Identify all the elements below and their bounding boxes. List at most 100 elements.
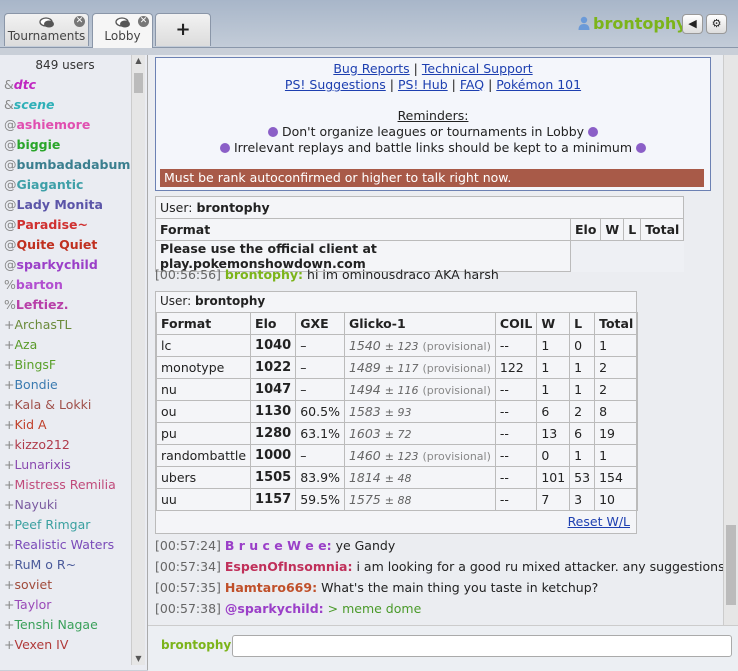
cell-l: 0 xyxy=(569,334,596,357)
user-rank: + xyxy=(4,417,15,432)
cell-coil: 122 xyxy=(494,356,538,379)
cell-glicko: 1575 ± 88 xyxy=(343,488,496,511)
user-list-item[interactable]: +ArchasTL xyxy=(0,315,126,335)
user-name: ashiemore xyxy=(16,117,91,132)
user-list-item[interactable]: @ashiemore xyxy=(0,115,126,135)
user-name[interactable]: brontophy xyxy=(195,294,265,308)
message-username[interactable]: brontophy: xyxy=(225,267,303,282)
cell-coil: -- xyxy=(494,422,538,445)
user-list-item[interactable]: +BingsF xyxy=(0,355,126,375)
table-row: nu 1047–1494 ± 116 (provisional) -- 1 1 2 xyxy=(155,378,639,401)
message-username[interactable]: Hamtaro669: xyxy=(225,580,317,595)
ladder-notice-table: User: brontophy Format Elo W L Total Ple… xyxy=(154,196,685,272)
link-bug-reports[interactable]: Bug Reports xyxy=(333,61,409,76)
username[interactable]: brontophy xyxy=(593,14,687,33)
reminder-2: Irrelevant replays and battle links shou… xyxy=(233,140,633,155)
user-list-item[interactable]: +Mistress Remilia xyxy=(0,475,126,495)
gear-icon[interactable]: ⚙ xyxy=(706,14,727,34)
user-rank: + xyxy=(4,637,15,652)
user-list-item[interactable]: @Lady Monita xyxy=(0,195,126,215)
cell-glicko: 1583 ± 93 xyxy=(343,400,496,423)
cell-w: 13 xyxy=(536,422,571,445)
user-list-item[interactable]: +Kid A xyxy=(0,415,126,435)
cell-w: 7 xyxy=(536,488,571,511)
user-list-scrollbar[interactable]: ▲ ▼ xyxy=(131,55,145,665)
cell-format: monotype xyxy=(155,356,252,379)
user-name: Leftiez. xyxy=(15,297,69,312)
scroll-down-icon[interactable]: ▼ xyxy=(132,653,145,665)
user-name: Paradise~ xyxy=(16,217,88,232)
user-name: RuM o R~ xyxy=(14,557,77,572)
cell-glicko: 1603 ± 72 xyxy=(343,422,496,445)
user-list-item[interactable]: +Lunarixis xyxy=(0,455,126,475)
user-list-item[interactable]: @biggie xyxy=(0,135,126,155)
user-list-item[interactable]: @sparkychild xyxy=(0,255,126,275)
link-ps-hub[interactable]: PS! Hub xyxy=(398,77,448,92)
tab-lobby[interactable]: Lobby ✕ xyxy=(92,13,153,48)
user-name: scene xyxy=(13,97,55,112)
message-text: hi im ominousdraco AKA harsh xyxy=(307,267,499,282)
user-list-item[interactable]: +soviet xyxy=(0,575,126,595)
user-list-item[interactable]: %barton xyxy=(0,275,126,295)
tab-tournaments[interactable]: Tournaments ✕ xyxy=(4,13,89,46)
timestamp: [00:57:34] xyxy=(155,559,221,574)
user-list-item[interactable]: @bumbadadabum xyxy=(0,155,130,175)
user-rank: + xyxy=(4,497,15,512)
cell-w: 6 xyxy=(536,400,571,423)
user-list-item[interactable]: +Kala & Lokki xyxy=(0,395,126,415)
cell-glicko: 1460 ± 123 (provisional) xyxy=(343,444,496,467)
cell-glicko: 1489 ± 117 (provisional) xyxy=(343,356,496,379)
user-name: ArchasTL xyxy=(14,317,72,332)
user-list-item[interactable]: +Bondie xyxy=(0,375,126,395)
message-username[interactable]: B r u c e W e e: xyxy=(225,538,332,553)
close-icon[interactable]: ✕ xyxy=(74,16,85,27)
emoticon-icon xyxy=(636,143,647,153)
sound-icon[interactable]: ◀ xyxy=(682,14,703,34)
user-list-item[interactable]: &dtc xyxy=(0,75,126,95)
user-list-item[interactable]: @Quite Quiet xyxy=(0,235,126,255)
user-list-item[interactable]: +Peef Rimgar xyxy=(0,515,126,535)
close-icon[interactable]: ✕ xyxy=(138,16,149,27)
user-list-item[interactable]: +Realistic Waters xyxy=(0,535,126,555)
link-ps-suggestions[interactable]: PS! Suggestions xyxy=(285,77,386,92)
user-name: Aza xyxy=(14,337,38,352)
user-label: User: xyxy=(160,294,192,308)
links-row: Bug Reports | Technical Support PS! Sugg… xyxy=(156,61,710,93)
user-list-item[interactable]: +Tenshi Nagae xyxy=(0,615,126,635)
chat-scrollbar[interactable] xyxy=(723,55,738,625)
user-list-item[interactable]: @Paradise~ xyxy=(0,215,126,235)
scrollbar-thumb[interactable] xyxy=(134,73,143,93)
reset-wl-link[interactable]: Reset W/L xyxy=(568,514,630,529)
user-list-item[interactable]: +Nayuki xyxy=(0,495,126,515)
user-list-item[interactable]: %Leftiez. xyxy=(0,295,126,315)
user-list-item[interactable]: &scene xyxy=(0,95,126,115)
user-list-item[interactable]: +Vexen IV xyxy=(0,635,126,655)
user-list-item[interactable]: +Taylor xyxy=(0,595,126,615)
top-header: Tournaments ✕ Lobby ✕ + brontophy ◀ ⚙ xyxy=(0,0,738,48)
link-faq[interactable]: FAQ xyxy=(460,77,484,92)
cell-format: ou xyxy=(155,400,252,423)
timestamp: [00:57:35] xyxy=(155,580,221,595)
user-rank: + xyxy=(4,397,15,412)
message-username[interactable]: EspenOfInsomnia: xyxy=(225,559,353,574)
user-list-item[interactable]: +RuM o R~ xyxy=(0,555,126,575)
user-rank: @ xyxy=(4,117,17,132)
cell-gxe: – xyxy=(295,444,345,467)
reminder-1: Don't organize leagues or tournaments in… xyxy=(281,124,585,139)
scrollbar-thumb[interactable] xyxy=(726,525,736,605)
message-text: What's the main thing you taste in ketch… xyxy=(321,580,599,595)
chat-input[interactable] xyxy=(232,635,732,657)
link-pokemon-101[interactable]: Pokémon 101 xyxy=(496,77,581,92)
user-list-item[interactable]: +Aza xyxy=(0,335,126,355)
cell-coil: -- xyxy=(494,400,538,423)
table-row: ubers 1505 83.9% 1814 ± 48 -- 101 53 154 xyxy=(155,466,639,489)
user-list-item[interactable]: +kizzo212 xyxy=(0,435,126,455)
user-name[interactable]: brontophy xyxy=(196,200,269,215)
message-username[interactable]: @sparkychild: xyxy=(225,601,324,616)
cell-w: 1 xyxy=(536,334,571,357)
add-tab-button[interactable]: + xyxy=(155,13,211,46)
scroll-up-icon[interactable]: ▲ xyxy=(132,55,145,67)
user-name: bumbadadabum xyxy=(16,157,131,172)
link-technical-support[interactable]: Technical Support xyxy=(422,61,533,76)
user-list-item[interactable]: @Giagantic xyxy=(0,175,126,195)
